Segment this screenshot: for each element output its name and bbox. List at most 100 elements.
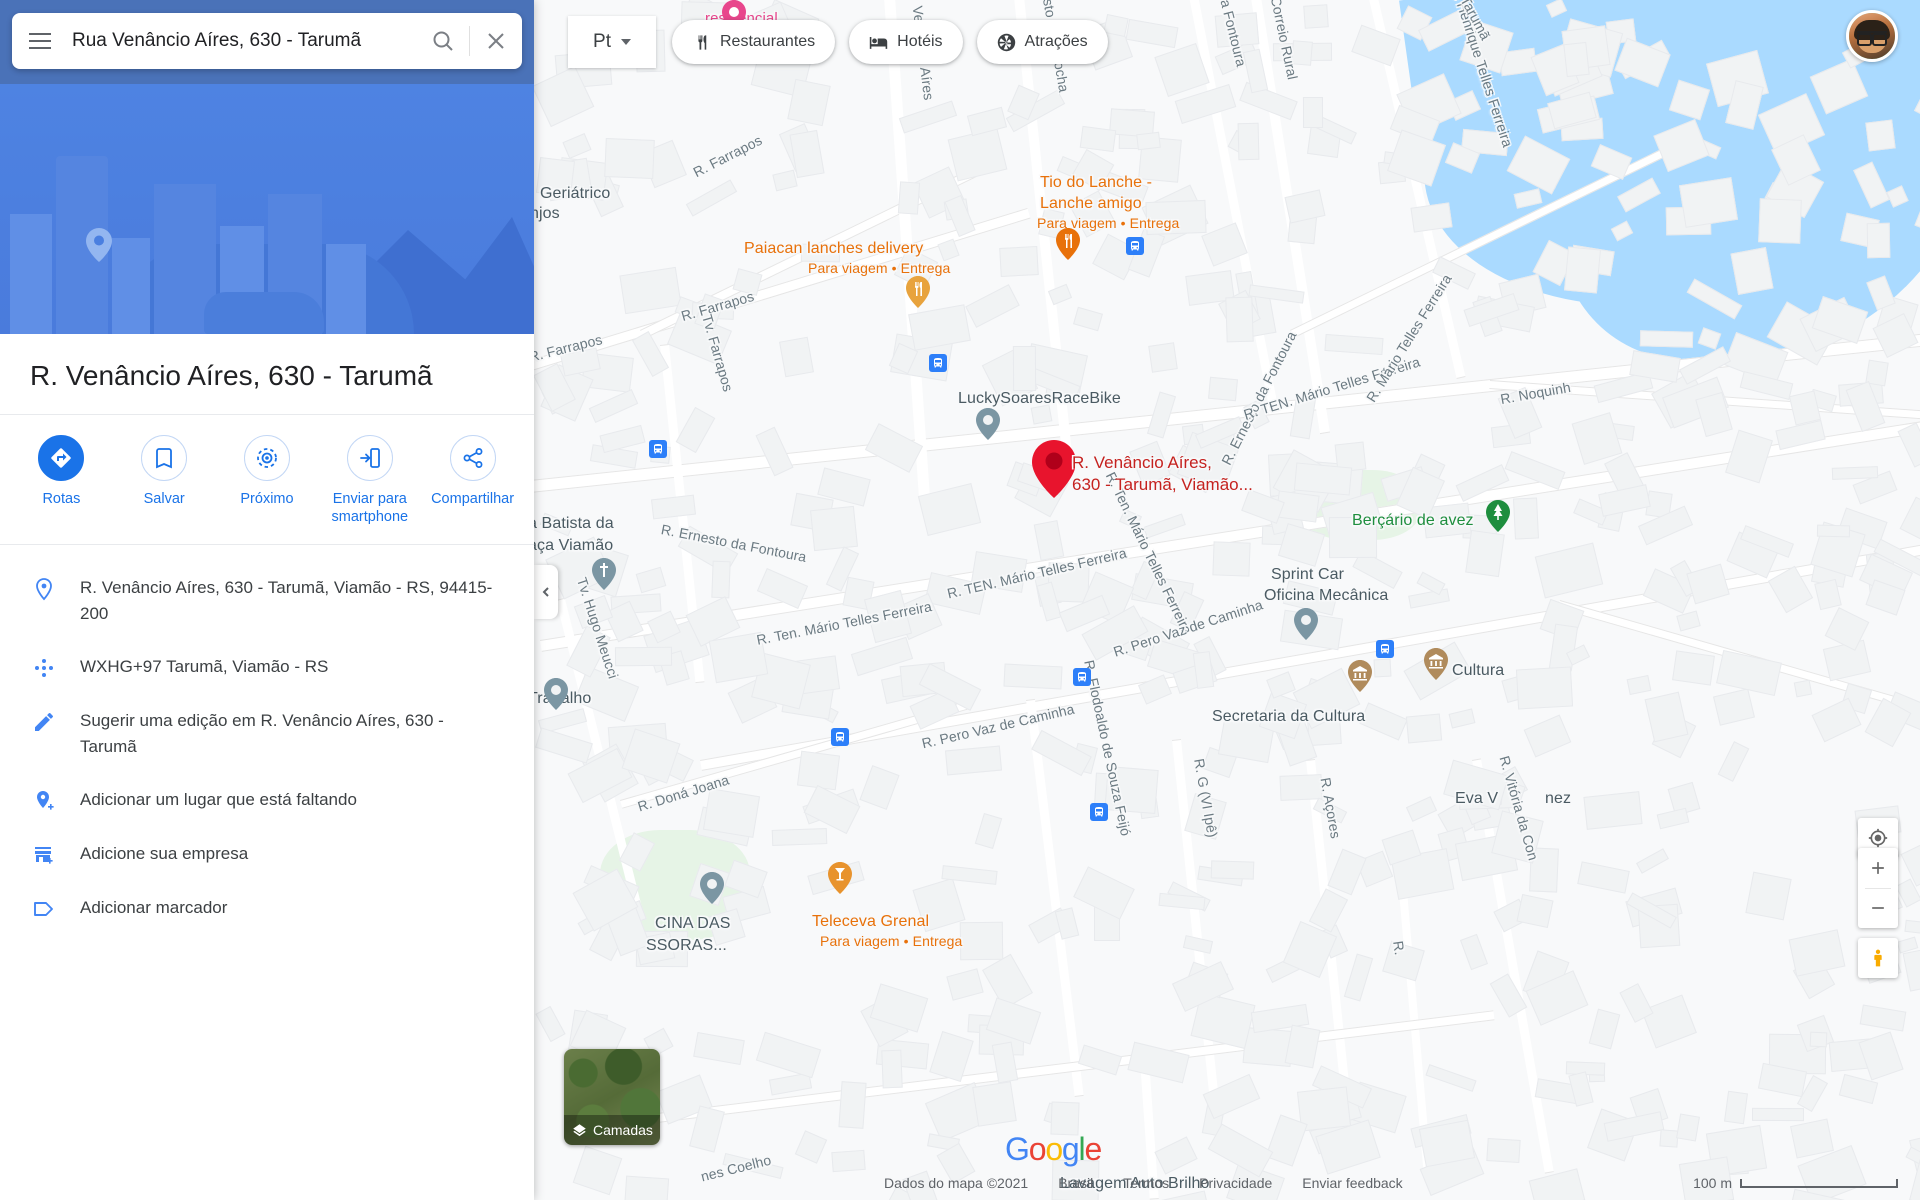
chip-restaurantes[interactable]: Restaurantes	[672, 20, 836, 64]
place-hero-illustration	[0, 84, 534, 334]
panel-collapse-handle[interactable]	[534, 565, 558, 619]
building-footprint	[755, 1031, 822, 1079]
building-footprint	[1443, 759, 1509, 811]
selected-place-marker[interactable]: R. Venâncio Aíres, 630 - Tarumã, Viamão.…	[1032, 440, 1253, 503]
building-footprint	[1899, 496, 1920, 552]
building-footprint	[1448, 708, 1476, 729]
building-footprint	[1079, 125, 1117, 153]
building-footprint	[604, 137, 655, 180]
poi-pin-bercario[interactable]	[1486, 500, 1510, 532]
building-footprint	[1598, 484, 1651, 517]
info-row-add-label[interactable]: Adicionar marcador	[0, 881, 534, 935]
map-label[interactable]: Sprint Car	[1271, 566, 1344, 584]
search-input[interactable]	[68, 30, 417, 52]
hamburger-bar	[29, 40, 51, 42]
attribution-brasil[interactable]: Brasil	[1058, 1175, 1093, 1191]
info-row-add-business[interactable]: Adicione sua empresa	[0, 827, 534, 881]
action-salvar[interactable]: Salvar	[113, 435, 216, 526]
info-row-suggest-edit-text: Sugerir uma edição em R. Venâncio Aíres,…	[80, 711, 444, 756]
transit-stop-icon[interactable]	[649, 440, 667, 458]
search-button[interactable]	[417, 13, 469, 69]
info-row-plus-code[interactable]: WXHG+97 Tarumã, Viamão - RS	[0, 640, 534, 694]
poi-pin-church[interactable]	[592, 558, 616, 590]
building-footprint	[535, 1005, 566, 1043]
layers-button[interactable]: Camadas	[564, 1049, 660, 1145]
transit-stop-icon[interactable]	[929, 354, 947, 372]
zoom-out-button[interactable]	[1858, 889, 1898, 928]
attribution-privacidade[interactable]: Privacidade	[1199, 1175, 1272, 1191]
poi-pin-tio-do-lanche[interactable]	[1056, 228, 1080, 260]
hotel-icon	[869, 36, 888, 49]
chevron-left-icon	[542, 587, 549, 597]
info-row-suggest-edit[interactable]: Sugerir uma edição em R. Venâncio Aíres,…	[0, 694, 534, 773]
place-action-row: Rotas Salvar Próximo Enviar para smartph…	[0, 415, 534, 546]
save-button[interactable]	[141, 435, 188, 481]
info-row-address[interactable]: R. Venâncio Aíres, 630 - Tarumã, Viamão …	[0, 561, 534, 640]
poi-pin-luckysoares[interactable]	[976, 408, 1000, 440]
building-footprint	[1809, 1031, 1828, 1048]
poi-pin-teleceva[interactable]	[828, 862, 852, 894]
building-footprint	[1639, 330, 1694, 348]
transit-stop-icon[interactable]	[831, 728, 849, 746]
hamburger-bar	[29, 47, 51, 49]
building-footprint	[1686, 563, 1730, 605]
add-place-icon	[30, 787, 58, 813]
building-footprint	[708, 631, 769, 684]
building-footprint	[1303, 4, 1329, 29]
transit-stop-icon[interactable]	[1090, 803, 1108, 821]
hero-building	[326, 244, 366, 334]
building-footprint	[1636, 848, 1669, 874]
clear-search-button[interactable]	[470, 13, 522, 69]
building-footprint	[881, 1049, 903, 1089]
chip-hoteis[interactable]: Hotéis	[849, 20, 963, 64]
building-footprint	[1672, 650, 1715, 686]
share-button[interactable]	[449, 435, 496, 481]
transit-stop-icon[interactable]	[1126, 237, 1144, 255]
zoom-in-button[interactable]	[1858, 849, 1898, 888]
building-footprint	[1676, 1113, 1700, 1142]
action-enviar-smartphone[interactable]: Enviar para smartphone	[318, 435, 421, 526]
send-to-phone-button[interactable]	[346, 435, 393, 481]
pegman-button[interactable]	[1858, 938, 1898, 978]
poi-pin-oficina[interactable]	[700, 872, 724, 904]
poi-pin-sprint-car[interactable]	[1294, 608, 1318, 640]
chip-atracoes[interactable]: Atrações	[976, 20, 1108, 64]
building-footprint	[1563, 41, 1590, 78]
info-row-add-place[interactable]: Adicionar um lugar que está faltando	[0, 773, 534, 827]
user-avatar[interactable]	[1846, 10, 1898, 62]
building-footprint	[1291, 40, 1313, 66]
building-footprint	[1486, 1137, 1521, 1164]
map-label[interactable]: Teleceva Grenal	[812, 913, 929, 931]
building-footprint	[1678, 177, 1739, 228]
chip-restaurantes-label: Restaurantes	[720, 33, 816, 50]
directions-button[interactable]	[38, 435, 85, 481]
building-footprint	[1279, 774, 1323, 801]
add-label-icon	[30, 895, 58, 921]
chip-atracoes-label: Atrações	[1024, 33, 1088, 50]
action-proximo[interactable]: Próximo	[216, 435, 319, 526]
action-rotas[interactable]: Rotas	[10, 435, 113, 526]
attribution-termos[interactable]: Termos	[1123, 1175, 1169, 1191]
search-box[interactable]	[12, 13, 522, 69]
building-footprint	[1459, 933, 1489, 971]
building-footprint	[1626, 674, 1652, 696]
action-proximo-label: Próximo	[240, 491, 294, 507]
building-footprint	[1324, 333, 1384, 356]
poi-pin-trabalho[interactable]	[544, 678, 568, 710]
attribution-enviar-feedback[interactable]: Enviar feedback	[1302, 1175, 1402, 1191]
plus-code-icon	[30, 654, 58, 680]
language-selector[interactable]: Pt	[568, 16, 656, 68]
poi-pin-paiacan[interactable]	[906, 276, 930, 308]
building-footprint	[614, 646, 673, 667]
poi-pin-cultura[interactable]	[1424, 648, 1448, 680]
poi-pin-secretaria-cultura[interactable]	[1348, 660, 1372, 692]
building-footprint	[1208, 376, 1238, 402]
map-label[interactable]: njos	[530, 205, 560, 223]
building-footprint	[897, 181, 921, 215]
action-compartilhar[interactable]: Compartilhar	[421, 435, 524, 526]
nearby-button[interactable]	[243, 435, 290, 481]
map-label[interactable]: nez	[1545, 790, 1571, 808]
transit-stop-icon[interactable]	[1376, 640, 1394, 658]
hamburger-icon[interactable]	[12, 13, 68, 69]
transit-stop-icon[interactable]	[1073, 668, 1091, 686]
